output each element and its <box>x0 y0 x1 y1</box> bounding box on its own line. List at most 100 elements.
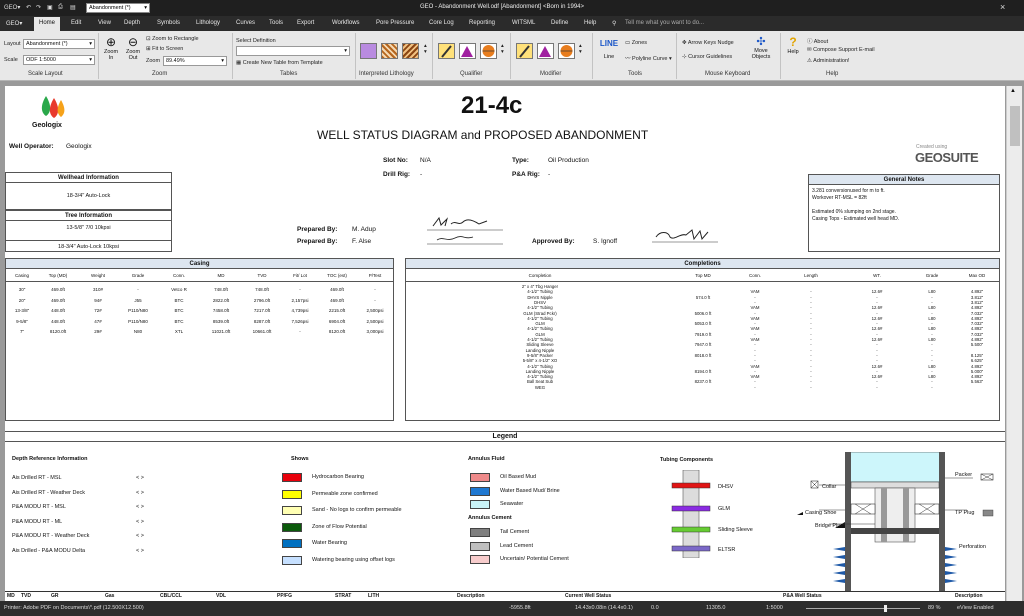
menu-tools[interactable]: Tools <box>269 20 283 26</box>
menu-workflows[interactable]: Workflows <box>332 20 360 26</box>
menu-view[interactable]: View <box>98 20 111 26</box>
cursor-guidelines-toggle[interactable]: ⊹ Cursor Guidelines <box>682 54 732 60</box>
qualifier-tile-1[interactable] <box>438 43 455 59</box>
zones-button[interactable]: ▭ Zones <box>625 40 647 46</box>
menu-curves[interactable]: Curves <box>236 20 255 26</box>
scroll-thumb[interactable] <box>1010 106 1020 146</box>
casing-cell: P110/N80 <box>128 308 148 313</box>
completions-cell: 5006.0 ft <box>694 310 712 316</box>
menu-reporting[interactable]: Reporting <box>469 20 495 26</box>
print-icon[interactable]: ⎙ <box>58 4 63 11</box>
note-line: Estimated 0% slumping on 2nd stage. <box>812 209 896 215</box>
save-icon[interactable]: ▣ <box>47 4 53 11</box>
completions-cell: GLM (Strad Pckr) <box>523 310 557 316</box>
geo-app-icon[interactable]: GEO▾ <box>4 4 20 11</box>
casing-cell: 2796.0ft <box>253 297 271 303</box>
qualifier-gallery-scroll[interactable]: ▴ ▾ <box>501 43 504 55</box>
polyline-curve-button[interactable]: 〰 Polyline Curve ▾ <box>625 54 672 62</box>
vertical-scrollbar[interactable]: ▲ <box>1006 86 1022 601</box>
depth-reference-value: < > <box>136 533 144 539</box>
zoom-percent-input[interactable]: 89.49% ▾ <box>163 56 227 66</box>
menu-witsml[interactable]: WITSML <box>512 20 535 26</box>
menu-help[interactable]: Help <box>584 20 596 26</box>
move-objects-button[interactable]: ✣ Move Objects <box>748 35 774 60</box>
select-definition-dropdown[interactable]: ▾ <box>236 46 350 56</box>
completions-cell: 3.812" <box>970 294 984 300</box>
zoom-out-icon: ⊖ <box>127 35 139 49</box>
completions-cell: - <box>876 331 878 337</box>
log-column-header: PP/FG <box>277 593 293 599</box>
arrow-keys-nudge-toggle[interactable]: ✥ Arrow Keys Nudge <box>682 40 734 46</box>
tubing-label-eltsr: ELTSR <box>718 547 736 553</box>
compose-support-button[interactable]: ✉ Compose Support E-mail <box>807 47 875 53</box>
zoom-out-button[interactable]: ⊖ Zoom Out <box>124 35 142 61</box>
menu-depth[interactable]: Depth <box>124 20 140 26</box>
completions-cell: - <box>810 379 812 385</box>
casing-cell: P110/N80 <box>128 318 148 324</box>
completions-cell: - <box>810 321 812 327</box>
completions-cell: - <box>931 299 933 305</box>
create-table-button[interactable]: ▦ Create New Table from Template <box>236 60 323 66</box>
qualifier-tile-3[interactable] <box>480 43 497 59</box>
menu-lithology[interactable]: Lithology <box>196 20 220 26</box>
menu-define[interactable]: Define <box>551 20 568 26</box>
completions-cell: - <box>876 294 878 300</box>
quick-layout-value: Abandonment (*) <box>89 5 131 11</box>
zoom-to-rectangle-button[interactable]: ⊡ Zoom to Rectangle <box>146 36 199 42</box>
schematic-label-bridge-plug: Bridge Plug <box>815 523 844 529</box>
quick-layout-select[interactable]: Abandonment (*) ▾ <box>86 3 150 13</box>
modifier-gallery-scroll[interactable]: ▴ ▾ <box>579 43 582 55</box>
help-button[interactable]: ? Help <box>784 35 802 55</box>
open-icon[interactable]: ▤ <box>70 4 76 11</box>
layout-dropdown[interactable]: Abandonment (*) ▾ <box>23 39 95 49</box>
chevron-down-icon: ▾ <box>89 41 92 47</box>
pa-rig-label: P&A Rig: <box>512 171 540 178</box>
menu-file[interactable]: GEO▾ <box>6 20 22 27</box>
menu-home[interactable]: Home <box>34 17 61 31</box>
menu-edit[interactable]: Edit <box>71 20 81 26</box>
tell-me-search[interactable]: Tell me what you want to do... <box>625 20 704 26</box>
modifier-tile-3[interactable] <box>558 43 575 59</box>
casing-cell: 20" <box>18 297 26 303</box>
zoom-out-label: Zoom Out <box>126 49 141 61</box>
zoom-slider[interactable] <box>806 608 920 609</box>
pencil-icon <box>519 45 530 58</box>
window-close-button[interactable]: × <box>1000 2 1005 12</box>
question-icon: ? <box>789 35 797 49</box>
type-label: Type: <box>512 157 529 164</box>
fit-to-screen-button[interactable]: ⊞ Fit to Screen <box>146 46 183 52</box>
lithology-tile-3[interactable] <box>402 43 419 59</box>
zoom-slider-thumb[interactable] <box>884 605 887 612</box>
redo-icon[interactable]: ↷ <box>36 4 41 11</box>
undo-icon[interactable]: ↶ <box>26 4 31 11</box>
zoom-in-button[interactable]: ⊕ Zoom In <box>102 35 120 61</box>
tubing-components-drawing <box>671 470 711 558</box>
shows-label: Sand - No logs to confirm permeable <box>312 507 402 513</box>
modifier-tile-1[interactable] <box>516 43 533 59</box>
ball-icon <box>560 45 573 57</box>
casing-header-cell: Grade <box>131 273 145 278</box>
lithology-tile-2[interactable] <box>381 43 398 59</box>
depth-reference-value: < > <box>136 518 144 525</box>
lithology-gallery-scroll[interactable]: ▴ ▾ <box>424 43 427 55</box>
signature-image <box>652 229 718 243</box>
casing-cell: 30" <box>18 287 26 292</box>
group-modifier: Modifier <box>540 71 562 77</box>
lithology-tile-1[interactable] <box>360 43 377 59</box>
menu-core-log[interactable]: Core Log <box>429 20 454 26</box>
scroll-up-icon[interactable]: ▲ <box>1010 88 1016 94</box>
administration-button[interactable]: ⚠ Administration! <box>807 58 850 64</box>
tubing-components-header: Tubing Components <box>660 457 714 463</box>
menu-pore-pressure[interactable]: Pore Pressure <box>376 20 414 26</box>
menu-export[interactable]: Export <box>297 20 314 26</box>
modifier-tile-2[interactable] <box>537 43 554 59</box>
about-button[interactable]: ⓘ About <box>807 37 828 45</box>
scale-dropdown[interactable]: ODF 1:5000 ▾ <box>23 55 95 65</box>
line-button[interactable]: LINE Line <box>598 39 620 60</box>
menu-symbols[interactable]: Symbols <box>157 20 180 26</box>
completions-table: Completions Completion Top MD Conn. Length W… <box>405 258 1000 421</box>
company-logo-text: Geologix <box>32 122 62 129</box>
completions-cell: - <box>754 358 756 364</box>
ribbon-separator <box>232 33 233 79</box>
qualifier-tile-2[interactable] <box>459 43 476 59</box>
